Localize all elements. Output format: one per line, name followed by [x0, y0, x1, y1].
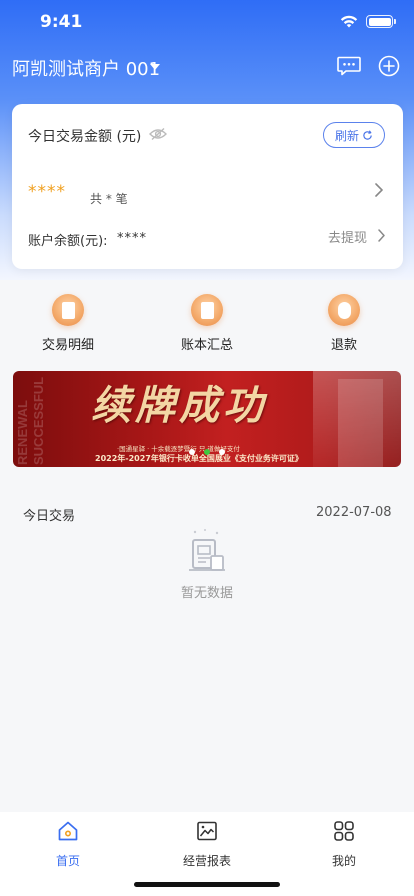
chevron-right-icon[interactable] [377, 228, 386, 243]
today-transactions-title: 今日交易 [23, 509, 76, 524]
amount-masked: **** [28, 182, 66, 202]
tab-home[interactable]: 首页 [28, 820, 108, 869]
ledger-icon [191, 294, 223, 326]
empty-document-icon [189, 529, 225, 571]
refresh-label: 刷新 [334, 128, 359, 143]
quick-item-label: 交易明细 [41, 338, 94, 353]
quick-item-refund[interactable]: 退款 [304, 294, 384, 353]
refresh-button[interactable]: 刷新 [323, 122, 385, 148]
tab-business-report[interactable]: 经营报表 [167, 820, 247, 869]
status-time: 9:41 [40, 12, 83, 32]
message-icon[interactable] [337, 56, 361, 76]
chart-image-icon [197, 821, 217, 841]
receipt-icon [52, 294, 84, 326]
empty-state-text: 暂无数据 [180, 586, 233, 601]
quick-item-transaction-detail[interactable]: 交易明细 [28, 294, 108, 353]
quick-item-label: 退款 [330, 338, 357, 353]
withdraw-link[interactable]: 去提现 [328, 227, 367, 246]
refresh-icon [363, 129, 372, 140]
transaction-count: 共 * 笔 [90, 192, 128, 206]
tab-label: 我的 [331, 854, 356, 868]
banner-subtitle: 2022年-2027年银行卡收单全国展业《支付业务许可证》 [95, 454, 303, 463]
wifi-icon [340, 15, 358, 28]
plus-circle-icon[interactable] [378, 55, 400, 77]
tab-mine[interactable]: 我的 [304, 820, 384, 869]
banner-headline: 续牌成功 [91, 382, 267, 429]
tab-label: 经营报表 [182, 854, 231, 868]
card-title: 今日交易金额 (元) [28, 129, 142, 145]
today-amount-card: 今日交易金额 (元) 刷新 **** 共 * 笔 账户余额(元): **** 去… [12, 104, 403, 269]
carousel-dot-active[interactable] [204, 449, 210, 455]
banner-building-graphic [338, 379, 383, 467]
today-date[interactable]: 2022-07-08 [316, 505, 392, 520]
battery-cap [394, 19, 396, 24]
balance-label: 账户余额(元): [28, 234, 108, 249]
banner-side-text: RENEWAL SUCCESSFUL [15, 376, 46, 465]
carousel-dot[interactable] [189, 449, 195, 455]
quick-item-ledger-summary[interactable]: 账本汇总 [167, 294, 247, 353]
merchant-selector[interactable]: 阿凯测试商户 001 [12, 55, 160, 81]
battery-icon [366, 15, 393, 28]
carousel-dot[interactable] [219, 449, 225, 455]
chevron-down-icon[interactable] [150, 64, 160, 70]
chevron-right-icon[interactable] [374, 182, 384, 198]
quick-item-label: 账本汇总 [180, 338, 233, 353]
home-indicator [134, 882, 280, 887]
grid-icon [334, 821, 354, 841]
balance-masked: **** [117, 231, 147, 246]
home-icon [58, 821, 78, 841]
status-bar: 9:41 [0, 0, 414, 44]
eye-hidden-icon[interactable] [149, 127, 167, 141]
refund-icon [328, 294, 360, 326]
tab-label: 首页 [55, 854, 80, 868]
